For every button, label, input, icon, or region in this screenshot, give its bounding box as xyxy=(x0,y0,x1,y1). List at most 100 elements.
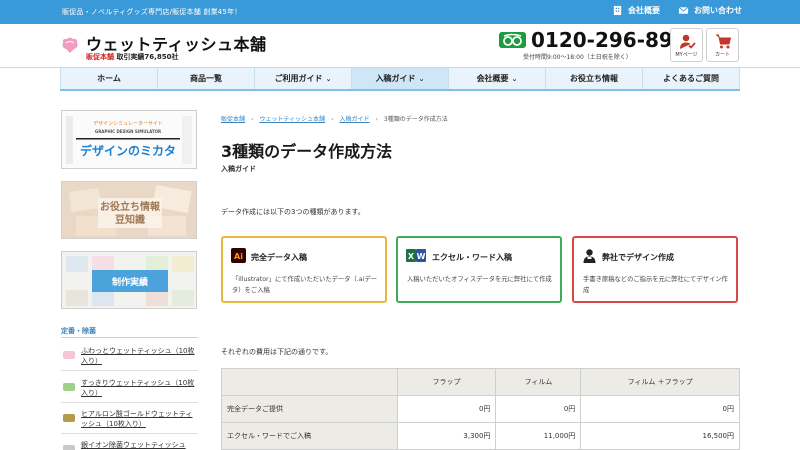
nav-products-label: 商品一覧 xyxy=(190,74,222,83)
breadcrumb-link[interactable]: ウェットティッシュ本舗 xyxy=(259,116,325,123)
office-icon: X W xyxy=(406,249,426,262)
sidebar-product-item[interactable]: ヒアルロン酸ゴールドウェットティッシュ（10枚入り） xyxy=(61,404,198,434)
card-description: 手書き原稿などのご指示を元に弊社にてデザイン作成 xyxy=(583,276,728,294)
banner-big-text: デザインのミカタ xyxy=(80,143,176,158)
table-cell: 0円 xyxy=(580,395,740,423)
table-header-row: フラップ フィルム フィルム ＋フラップ xyxy=(221,368,740,396)
logo-subtitle: 販促本舗 取引実績76,850社 xyxy=(86,52,178,62)
nav-submission-guide[interactable]: 入稿ガイド ⌄ xyxy=(352,68,449,89)
fee-intro-text: それぞれの費用は下記の通りです。 xyxy=(221,348,333,356)
table-header-cell: フラップ xyxy=(396,368,497,396)
nav-submission-guide-label: 入稿ガイド xyxy=(375,74,416,83)
design-simulator-banner[interactable]: デザインシミュレーターサイト GRAPHIC DESIGN SIMULATOR … xyxy=(61,110,197,169)
brand-name: 販促本舗 xyxy=(86,53,114,61)
table-cell: 11,000円 xyxy=(495,422,582,450)
page-category: 入稿ガイド xyxy=(221,165,256,173)
breadcrumb-separator: › xyxy=(251,116,254,123)
banner-works-label: 制作実績 xyxy=(112,276,148,288)
useful-info-art: お役立ち情報 豆知識 xyxy=(62,182,196,238)
breadcrumb-separator: › xyxy=(331,116,334,123)
building-icon xyxy=(613,5,622,16)
transaction-record: 取引実績76,850社 xyxy=(116,53,179,61)
table-cell: 16,500円 xyxy=(580,422,740,450)
mypage-label: MYページ xyxy=(675,52,698,58)
sidebar-heading: 定番・除菌 xyxy=(61,327,96,335)
svg-text:X: X xyxy=(408,252,415,261)
breadcrumb-link[interactable]: 販促本舗 xyxy=(221,116,245,123)
phone-number[interactable]: 0120-296-890 xyxy=(531,28,687,52)
works-banner[interactable]: 制作実績 xyxy=(61,251,197,309)
company-link-label: 会社概要 xyxy=(628,6,660,15)
table-cell: 0円 xyxy=(396,395,497,423)
card-full-data[interactable]: Ai 完全データ入稿 「illustrator」にて作成いただいたデータ（.ai… xyxy=(221,236,387,303)
sidebar-divider xyxy=(61,337,198,338)
nav-home[interactable]: ホーム xyxy=(60,68,158,89)
mypage-button[interactable]: MYページ xyxy=(670,28,703,62)
cart-button[interactable]: カート xyxy=(706,28,739,62)
card-description: 「illustrator」にて作成いただいたデータ（.aiデータ）をご入稿 xyxy=(232,276,378,294)
business-hours: 受付時間9:00〜18:00（土日祝を除く） xyxy=(523,54,632,61)
table-header-cell: フィルム ＋フラップ xyxy=(580,368,740,396)
svg-text:W: W xyxy=(417,252,426,261)
sidebar-product-item[interactable]: 銀イオン除菌ウェットティッシュ xyxy=(61,435,198,450)
sidebar-product-item[interactable]: すっきりウェットティッシュ（10枚入り） xyxy=(61,373,198,403)
product-thumbnail xyxy=(63,351,75,359)
nav-usage-guide-label: ご利用ガイド xyxy=(274,74,323,83)
nav-usage-guide[interactable]: ご利用ガイド ⌄ xyxy=(255,68,352,89)
nav-products[interactable]: 商品一覧 xyxy=(158,68,255,89)
table-cell: 3,300円 xyxy=(396,422,497,450)
nav-company-label: 会社概要 xyxy=(476,74,509,83)
sidebar-product-item[interactable]: ふわっとウェットティッシュ（10枚入り） xyxy=(61,341,198,371)
product-thumbnail xyxy=(63,414,75,422)
product-link[interactable]: ふわっとウェットティッシュ（10枚入り） xyxy=(81,346,196,366)
top-bar: 販促品・ノベルティグッズ専門店/販促本舗 創業45年！ 会社概要 お問い合わせ xyxy=(0,0,800,24)
chevron-down-icon: ⌄ xyxy=(325,75,332,83)
banner-en-text: GRAPHIC DESIGN SIMULATOR xyxy=(95,129,161,134)
banner-tips-line2: 豆知識 xyxy=(115,213,145,226)
card-design-service[interactable]: 弊社でデザイン作成 手書き原稿などのご指示を元に弊社にてデザイン作成 xyxy=(572,236,738,303)
works-art: 制作実績 xyxy=(66,256,194,306)
site-header: ウェットティッシュ本舗 販促本舗 取引実績76,850社 0120-296-89… xyxy=(0,24,800,68)
design-simulator-art: デザインシミュレーターサイト GRAPHIC DESIGN SIMULATOR … xyxy=(66,116,192,164)
product-link[interactable]: ヒアルロン酸ゴールドウェットティッシュ（10枚入り） xyxy=(81,409,196,429)
table-cell: 0円 xyxy=(495,395,582,423)
cart-label: カート xyxy=(714,52,730,58)
chevron-down-icon: ⌄ xyxy=(418,75,425,83)
row-label: 完全データご提供 xyxy=(221,395,398,423)
page-title: 3種類のデータ作成方法 xyxy=(221,142,393,161)
card-office-data[interactable]: X W エクセル・ワード入稿 入稿いただいたオフィスデータを元に弊社にて作成 xyxy=(396,236,562,303)
svg-text:Ai: Ai xyxy=(234,252,243,261)
main-nav: ホーム 商品一覧 ご利用ガイド ⌄ 入稿ガイド ⌄ 会社概要 ⌄ お役立ち情報 よくあ… xyxy=(60,68,740,91)
mail-icon xyxy=(678,6,689,14)
nav-useful-info[interactable]: お役立ち情報 xyxy=(546,68,643,89)
card-title: エクセル・ワード入稿 xyxy=(432,253,512,262)
breadcrumb: 販促本舗 › ウェットティッシュ本舗 › 入稿ガイド › 3種類のデータ作成方法 xyxy=(221,114,448,123)
company-link[interactable]: 会社概要 xyxy=(612,5,660,16)
breadcrumb-separator: › xyxy=(375,116,378,123)
nav-home-label: ホーム xyxy=(97,74,121,83)
table-row: 完全データご提供 0円 0円 0円 xyxy=(221,395,740,423)
contact-link-label: お問い合わせ xyxy=(694,6,742,15)
card-description: 入稿いただいたオフィスデータを元に弊社にて作成 xyxy=(407,276,552,283)
nav-useful-info-label: お役立ち情報 xyxy=(570,74,618,83)
chevron-down-icon: ⌄ xyxy=(511,75,518,83)
table-header-cell: フィルム xyxy=(495,368,582,396)
nav-faq-label: よくあるご質問 xyxy=(663,74,719,83)
fee-table: フラップ フィルム フィルム ＋フラップ 完全データご提供 0円 0円 0円 エ… xyxy=(221,368,740,450)
intro-text: データ作成には以下の3つの種類があります。 xyxy=(221,208,365,216)
product-thumbnail xyxy=(63,383,75,391)
breadcrumb-link[interactable]: 入稿ガイド xyxy=(339,116,369,123)
product-link[interactable]: 銀イオン除菌ウェットティッシュ xyxy=(81,440,196,450)
useful-info-banner[interactable]: お役立ち情報 豆知識 xyxy=(61,181,197,239)
tissue-logo-icon[interactable] xyxy=(60,36,80,54)
contact-link[interactable]: お問い合わせ xyxy=(678,5,742,16)
user-check-icon xyxy=(680,34,696,49)
table-header-cell xyxy=(221,368,398,396)
row-label: エクセル・ワードでご入稿 xyxy=(221,422,398,450)
card-title: 弊社でデザイン作成 xyxy=(602,253,674,262)
cart-icon xyxy=(716,34,732,49)
nav-faq[interactable]: よくあるご質問 xyxy=(643,68,740,89)
product-thumbnail xyxy=(63,445,75,450)
product-link[interactable]: すっきりウェットティッシュ（10枚入り） xyxy=(81,378,196,398)
nav-company[interactable]: 会社概要 ⌄ xyxy=(449,68,546,89)
